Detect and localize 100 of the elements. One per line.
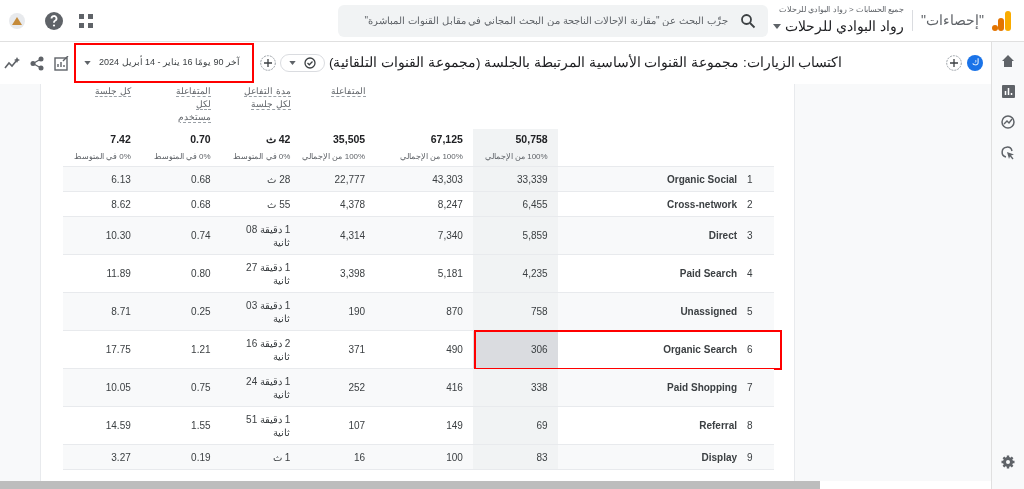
apps-grid-icon[interactable] xyxy=(78,12,94,29)
report-title: اكتساب الزيارات: مجموعة القنوات الأساسية المرتبطة بالجلسة (مجموعة القنوات التلقائية) xyxy=(329,53,843,73)
table-cell: 0.68 xyxy=(191,197,211,211)
table-cell: 306 xyxy=(530,343,548,356)
total-value: 0.70 xyxy=(190,132,211,148)
table-cell: 5,181 xyxy=(437,267,463,280)
property-selector[interactable]: رواد البوادي للرحلات xyxy=(773,16,905,37)
table-cell: 1.21 xyxy=(191,343,211,356)
table-cell: 0.74 xyxy=(191,229,211,242)
horizontal-scrollbar[interactable] xyxy=(0,481,820,489)
table-cell: 0.75 xyxy=(191,381,211,394)
table-cell: 870 xyxy=(446,305,463,318)
column-header: المتفاعلة لكل مستخدم xyxy=(175,85,211,124)
trend-circle-icon[interactable] xyxy=(1001,115,1015,129)
channel-name: Organic Search xyxy=(663,343,738,357)
caret-icon xyxy=(289,61,296,65)
home-icon[interactable] xyxy=(1001,54,1015,68)
total-value: 67,125 xyxy=(430,132,463,148)
check-circle-icon xyxy=(304,57,316,69)
table-cell: 490 xyxy=(446,343,463,356)
product-name: "إحصاءات" xyxy=(912,10,984,31)
help-icon[interactable] xyxy=(44,10,64,31)
total-value: 42 ث xyxy=(265,132,291,148)
total-note: 0% في المتوسط xyxy=(233,150,291,163)
table-cell: 0.80 xyxy=(191,267,211,280)
caret-icon xyxy=(84,61,91,65)
table-cell: 0.19 xyxy=(191,450,211,464)
table-cell: 43,303 xyxy=(432,172,463,186)
table-cell: 10.30 xyxy=(105,229,131,242)
table-cell: 8.71 xyxy=(111,305,131,318)
table-cell: 0.25 xyxy=(191,305,211,318)
table-cell: 17.75 xyxy=(105,343,131,356)
total-value: 35,505 xyxy=(333,132,366,148)
table-cell: 22,777 xyxy=(334,172,366,186)
comparison-avatar[interactable]: ك xyxy=(967,55,983,71)
row-number: 4 xyxy=(747,267,753,281)
channel-name: Referral xyxy=(699,419,738,433)
channel-name: Paid Shopping xyxy=(667,381,738,395)
channel-name: Direct xyxy=(708,229,738,243)
table-cell-text: 1 دقيقة 08 ثانية xyxy=(245,222,291,249)
table-cell: 4,378 xyxy=(340,197,366,211)
total-note: 0% في المتوسط xyxy=(153,150,211,163)
channel-name: Unassigned xyxy=(680,305,738,319)
date-range-picker[interactable]: آخر 90 يومًا 16 يناير - 14 أبريل 2024 xyxy=(74,43,254,83)
table-cell: 100 xyxy=(446,450,463,464)
table-cell: 5,859 xyxy=(522,229,548,242)
table-cell: 8.62 xyxy=(111,197,131,211)
insights-icon[interactable] xyxy=(4,56,20,70)
table-cell: 107 xyxy=(348,419,366,432)
column-header: كل جلسة xyxy=(94,85,131,98)
total-note: 100% من الإجمالي xyxy=(399,150,463,163)
share-icon[interactable] xyxy=(30,55,44,71)
table-cell: 16 xyxy=(354,450,366,464)
table-cell: 55 ث xyxy=(267,197,291,211)
add-icon[interactable] xyxy=(946,55,962,71)
row-number: 1 xyxy=(747,172,753,187)
table-cell: 8,247 xyxy=(437,197,463,211)
search-icon[interactable] xyxy=(740,12,756,29)
table-cell-text: 1 دقيقة 24 ثانية xyxy=(245,374,291,401)
table-cell: 69 xyxy=(536,419,548,432)
column-header: مدة التفاعل لكل جلسة xyxy=(243,85,291,111)
table-cell: 28 ث xyxy=(267,172,291,186)
table-cell: 3,398 xyxy=(340,267,366,280)
table-cell: 83 xyxy=(536,450,548,464)
table-cell-text: 2 دقيقة 16 ثانية xyxy=(245,336,291,363)
total-note: 0% في المتوسط xyxy=(73,150,131,163)
table-cell: 190 xyxy=(348,305,366,318)
caret-icon xyxy=(773,24,782,29)
table-cell: 3.27 xyxy=(111,450,131,464)
row-number: 9 xyxy=(747,450,753,465)
table-cell: 6,455 xyxy=(522,197,548,211)
table-cell: 338 xyxy=(530,381,548,394)
avatar-icon[interactable] xyxy=(8,11,26,30)
row-number: 3 xyxy=(747,229,753,243)
table-cell-text: 1 دقيقة 03 ثانية xyxy=(245,298,291,325)
bar-chart-icon[interactable] xyxy=(1001,85,1015,98)
edit-report-icon[interactable] xyxy=(54,55,69,71)
row-number: 2 xyxy=(747,197,753,212)
table-cell: 416 xyxy=(446,381,463,394)
table-cell-text: 1 دقيقة 51 ثانية xyxy=(245,412,291,439)
channel-name: Display xyxy=(701,450,738,465)
settings-icon[interactable] xyxy=(1001,455,1015,469)
channel-name: Organic Social xyxy=(667,172,738,187)
table-cell: 1 ث xyxy=(273,450,291,464)
table-cell: 33,339 xyxy=(517,172,548,186)
row-number: 5 xyxy=(747,305,753,319)
table-cell-text: 1 دقيقة 27 ثانية xyxy=(245,260,291,287)
total-note: 100% من الإجمالي xyxy=(302,150,366,163)
channel-name: Cross-network xyxy=(667,197,738,212)
cursor-click-icon[interactable] xyxy=(1001,146,1015,160)
search-field[interactable]: جرِّب البحث عن "مقارنة الإحالات الناجحة من البحث المجاني في مقابل القنوات المباشرة" xyxy=(338,4,768,37)
total-note: 100% من الإجمالي xyxy=(484,150,548,163)
account-breadcrumb[interactable]: جميع الحسابات < رواد البوادي للرحلات xyxy=(773,4,905,16)
table-cell: 11.89 xyxy=(106,267,131,280)
row-number: 8 xyxy=(747,419,753,433)
table-cell: 7,340 xyxy=(437,229,463,242)
add-icon[interactable] xyxy=(260,55,276,71)
analytics-logo-icon xyxy=(992,9,1012,32)
table-cell: 0.68 xyxy=(191,172,211,186)
row-number: 7 xyxy=(747,381,753,395)
